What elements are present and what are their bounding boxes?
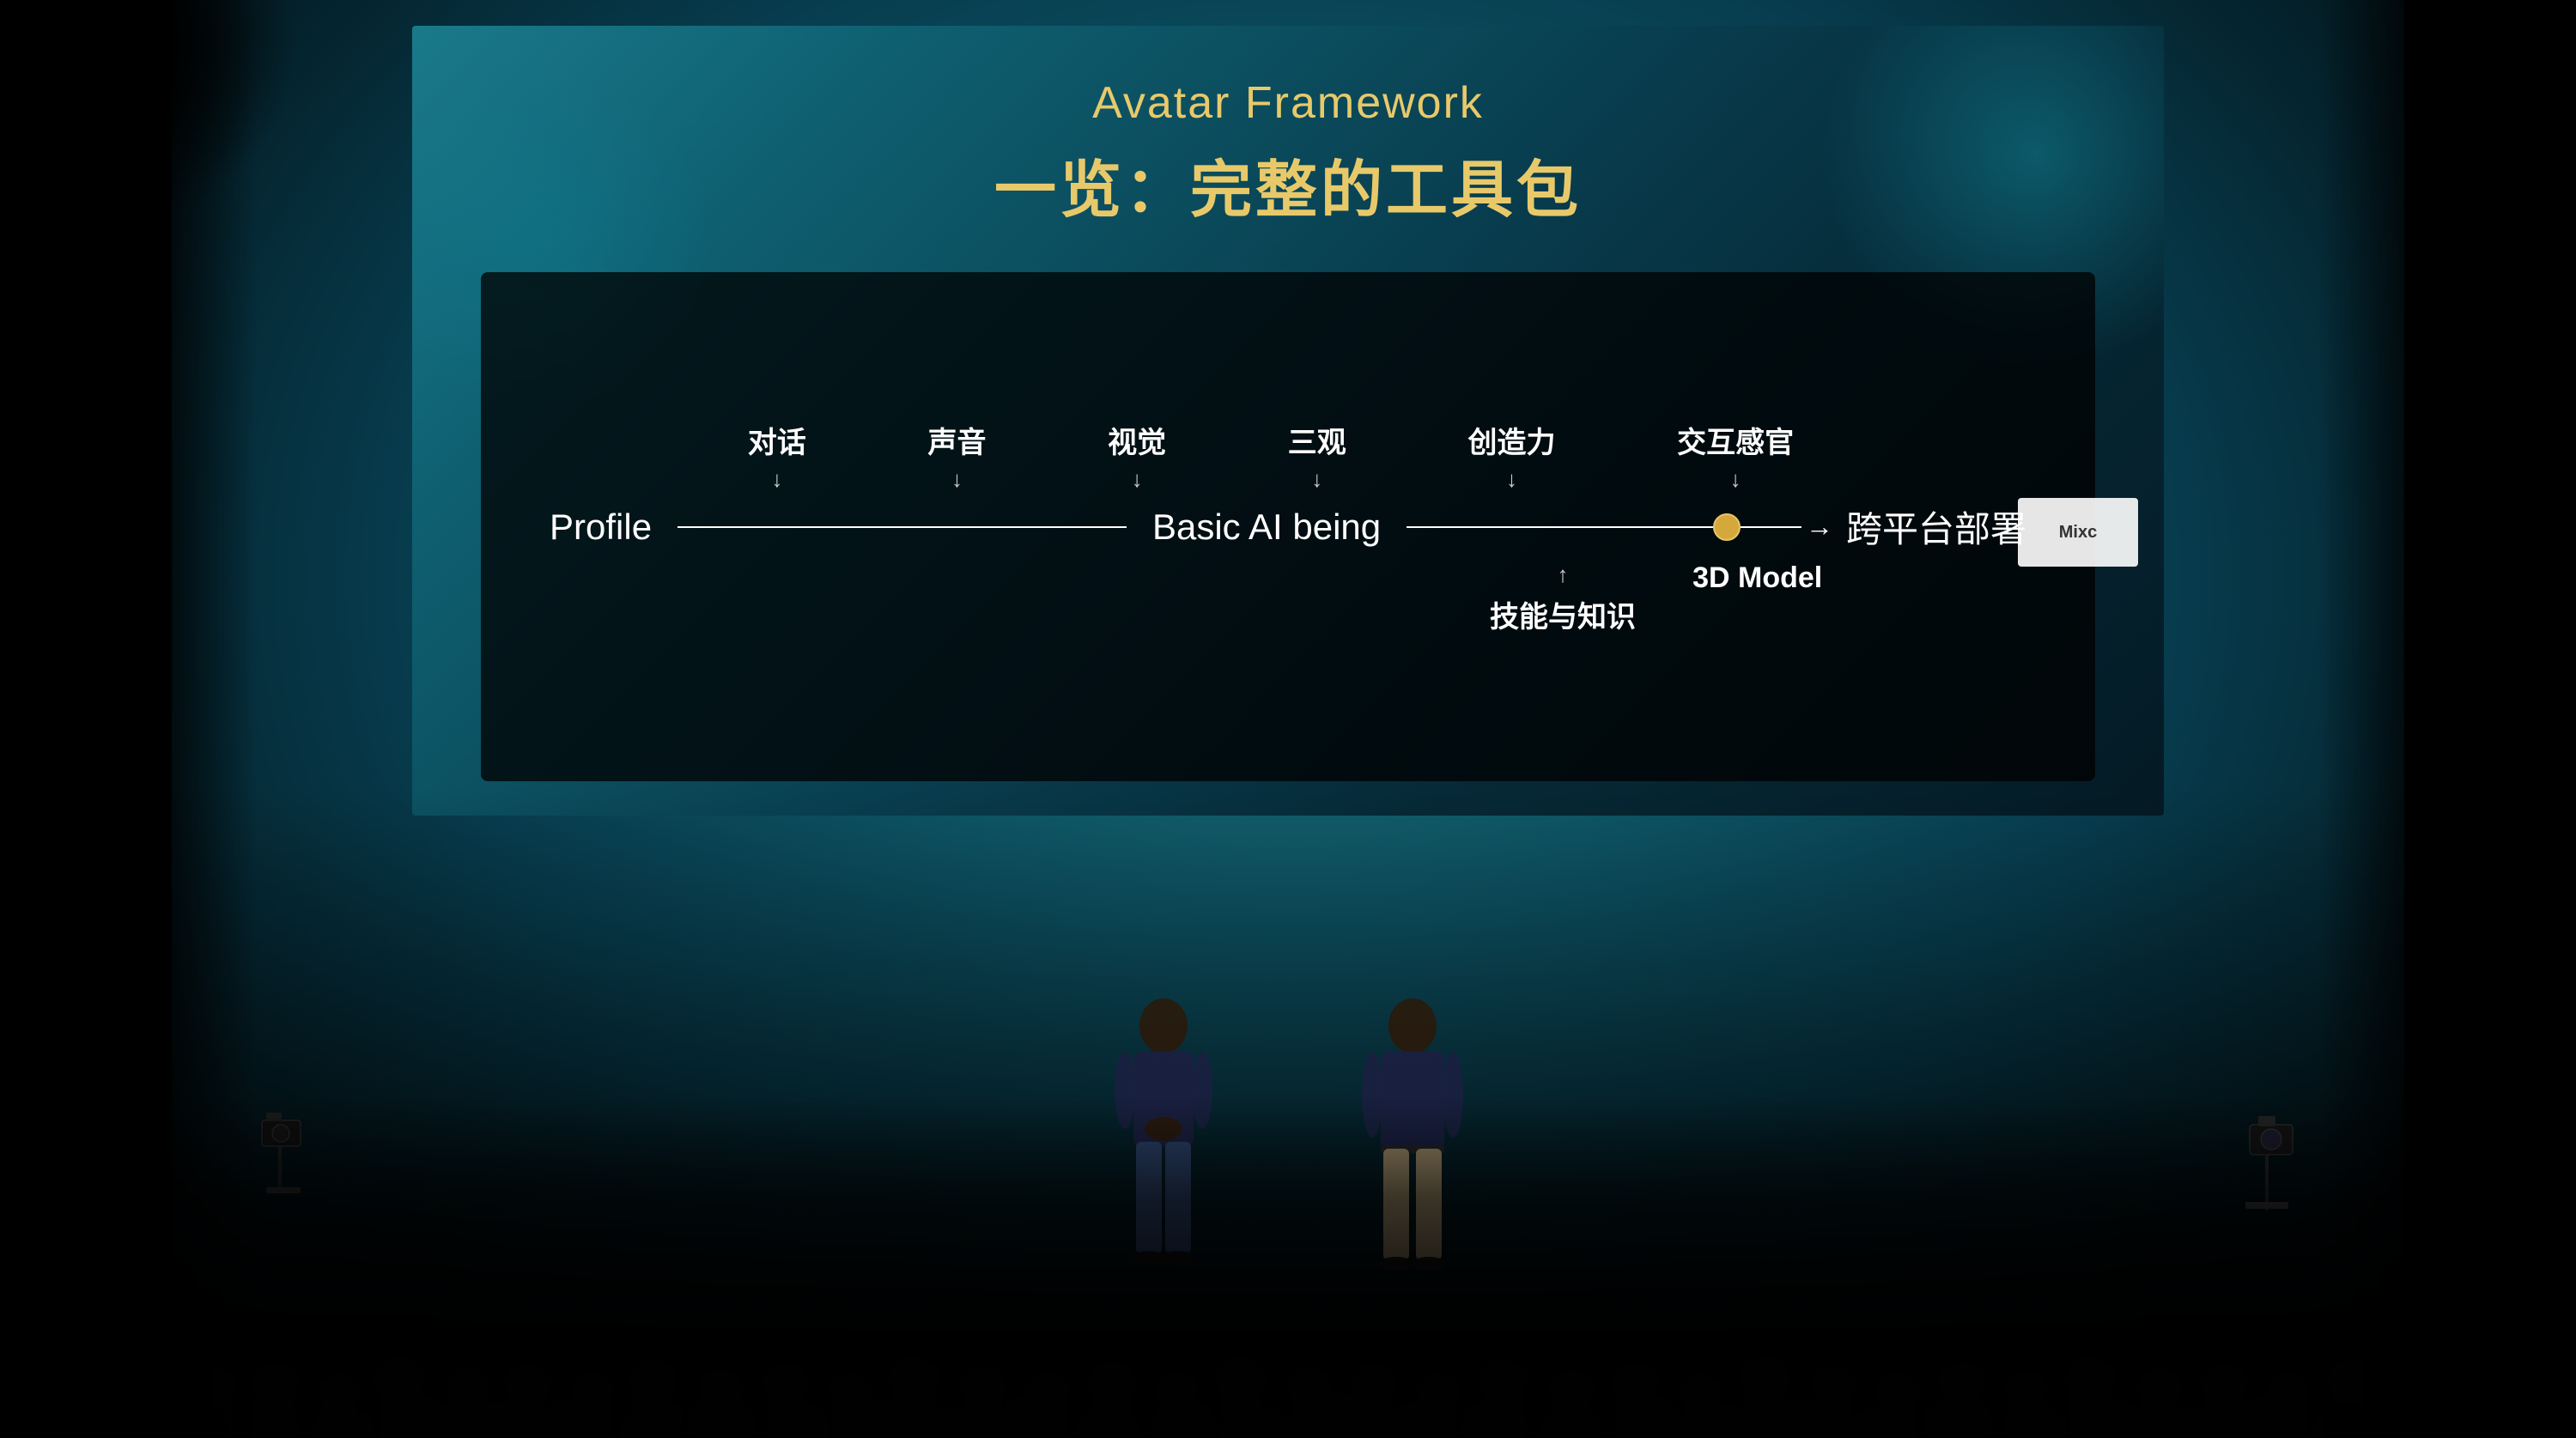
anno-arrow-shijue: ↓ [1132, 466, 1143, 493]
timeline-line-after-node [1741, 526, 1801, 528]
anno-arrow-duihua: ↓ [771, 466, 782, 493]
camera-svg [2233, 1107, 2301, 1210]
main-line-row: Profile Basic AI being [550, 501, 2026, 553]
camera-equipment [2233, 1107, 2301, 1215]
anno-label-shengyin: 声音 [927, 419, 986, 461]
top-annotations: 对话 ↓ 声音 ↓ 视觉 [550, 419, 2026, 501]
slide-card-label: Mixc [2059, 523, 2097, 543]
anno-item-duihua: 对话 ↓ [748, 419, 806, 493]
vignette-right [2318, 0, 2576, 1438]
anno-spacer-left2 [550, 553, 687, 635]
timeline-node-circle [1713, 513, 1741, 541]
full-diagram: 对话 ↓ 声音 ↓ 视觉 [550, 419, 2026, 635]
anno-label-3dmodel: 3D Model [1692, 561, 1822, 595]
anno-item-chuangzaoli: 创造力 ↓ [1467, 419, 1555, 493]
anno-label-sanguan: 三观 [1288, 419, 1346, 461]
basic-ai-being-label: Basic AI being [1127, 507, 1406, 548]
anno-label-jine: 技能与知识 [1490, 593, 1636, 635]
stage-area: Avatar Framework 一览：完整的工具包 对话 [172, 0, 2404, 1438]
camera-equipment-left [258, 1107, 309, 1198]
anno-item-3dmodel: 3D Model [1660, 561, 1855, 595]
diagram-bar: 对话 ↓ 声音 ↓ 视觉 [481, 272, 2095, 781]
bottom-annotations: ↑ 技能与知识 3D Model [550, 553, 2026, 635]
timeline-line-right [1406, 526, 1713, 528]
profile-label: Profile [550, 507, 652, 548]
audience-svg [172, 1198, 2404, 1438]
anno-label-chuangzaoli: 创造力 [1467, 419, 1555, 461]
anno-arrow-shengyin: ↓ [951, 466, 963, 493]
anno-spacer-right [1855, 419, 2026, 501]
anno-items-top: 对话 ↓ 声音 ↓ 视觉 [687, 419, 1855, 501]
anno-label-duihua: 对话 [748, 419, 806, 461]
anno-item-jine: ↑ 技能与知识 [1466, 561, 1661, 635]
anno-item-sanguan: 三观 ↓ [1288, 419, 1346, 493]
camera-left-svg [258, 1107, 309, 1193]
end-label: 跨平台部署 [1846, 501, 2026, 553]
anno-arrow-jiaohu: ↓ [1730, 466, 1741, 493]
timeline-arrow-right: → [1806, 511, 1833, 543]
dark-blob-topleft [0, 0, 301, 240]
anno-spacer [550, 419, 687, 501]
anno-label-shijue: 视觉 [1108, 419, 1166, 461]
slide-card-topright: Mixc [2018, 498, 2138, 567]
slide-screen: Avatar Framework 一览：完整的工具包 对话 [412, 26, 2164, 816]
anno-item-jiaohu: 交互感官 ↓ [1677, 419, 1794, 493]
anno-label-jiaohu: 交互感官 [1677, 419, 1794, 461]
scene-wrapper: Avatar Framework 一览：完整的工具包 对话 [0, 0, 2576, 1438]
anno-arrow-chuangzaoli: ↓ [1506, 466, 1517, 493]
audience-area [172, 1198, 2404, 1438]
anno-arrow-up-jine: ↑ [1558, 561, 1569, 588]
anno-spacer-right2 [1855, 553, 2026, 635]
anno-item-shijue: 视觉 ↓ [1108, 419, 1166, 493]
slide-title-en: Avatar Framework [1092, 77, 1484, 129]
slide-title-zh: 一览：完整的工具包 [994, 139, 1582, 229]
anno-items-bottom: ↑ 技能与知识 3D Model [687, 553, 1855, 635]
timeline-line-left [677, 526, 1127, 528]
slide-content: Avatar Framework 一览：完整的工具包 对话 [412, 26, 2164, 816]
anno-arrow-sanguan: ↓ [1311, 466, 1322, 493]
anno-item-shengyin: 声音 ↓ [927, 419, 986, 493]
